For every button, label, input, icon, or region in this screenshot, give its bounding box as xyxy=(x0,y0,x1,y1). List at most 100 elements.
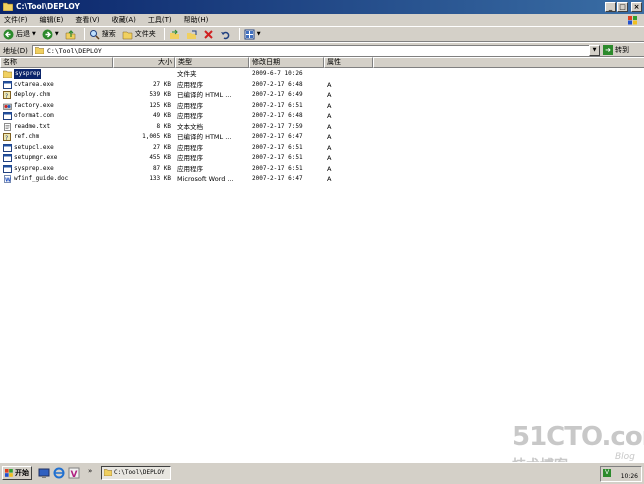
file-row[interactable]: readme.txt 8 KB 文本文档 2007-2-17 7:59 A xyxy=(0,122,400,133)
chevron-down-icon: ▼ xyxy=(54,31,59,37)
file-size: 49 KB xyxy=(152,112,171,119)
search-button[interactable]: 搜索 xyxy=(88,28,117,41)
show-desktop-icon[interactable] xyxy=(38,467,50,479)
factory-icon xyxy=(3,103,12,110)
menu-tools[interactable]: 工具(T) xyxy=(148,15,172,25)
file-attr: A xyxy=(327,80,332,89)
internet-explorer-icon[interactable] xyxy=(53,467,65,479)
undo-icon xyxy=(220,31,230,39)
file-row[interactable]: W wfinf_guide.doc 133 KB Microsoft Word … xyxy=(0,174,400,185)
file-row[interactable]: cvtarea.exe 27 KB 应用程序 2007-2-17 6:48 A xyxy=(0,80,400,91)
file-size: 455 KB xyxy=(149,154,171,161)
menu-favorites[interactable]: 收藏(A) xyxy=(112,15,136,25)
search-icon xyxy=(89,29,100,40)
exe-icon xyxy=(3,112,12,120)
file-date: 2007-2-17 6:51 xyxy=(252,143,303,151)
file-date: 2007-2-17 6:47 xyxy=(252,175,303,182)
windows-flag-icon xyxy=(5,469,13,477)
file-row[interactable]: ? ref.chm 1,005 KB 已编译的 HTML ... 2007-2-… xyxy=(0,132,400,143)
search-label: 搜索 xyxy=(101,30,116,38)
column-header-name[interactable]: 名称 xyxy=(0,57,113,68)
maximize-button[interactable]: □ xyxy=(617,2,628,12)
start-button[interactable]: 开始 xyxy=(2,466,32,480)
tray-v-icon[interactable]: V xyxy=(603,469,611,477)
file-row[interactable]: sysprep.exe 87 KB 应用程序 2007-2-17 6:51 A xyxy=(0,164,400,175)
go-button[interactable]: ➜ 转到 xyxy=(603,45,629,55)
menu-edit[interactable]: 编辑(E) xyxy=(40,15,64,25)
file-row[interactable]: ? deploy.chm 539 KB 已编译的 HTML ... 2007-2… xyxy=(0,90,400,101)
folder-icon xyxy=(35,47,44,54)
system-tray: V 10:26 xyxy=(600,466,642,482)
taskbar-item-explorer[interactable]: C:\Tool\DEPLOY xyxy=(101,466,171,480)
file-row[interactable]: factory.exe 125 KB 应用程序 2007-2-17 6:51 A xyxy=(0,101,400,112)
chevron-down-icon: ▼ xyxy=(32,31,36,37)
column-header-date[interactable]: 修改日期 xyxy=(249,57,324,68)
file-attr: A xyxy=(327,133,332,141)
file-name: wfinf_guide.doc xyxy=(14,175,69,182)
file-date: 2009-6-7 10:26 xyxy=(252,70,303,77)
file-date: 2007-2-17 6:48 xyxy=(252,80,303,88)
minimize-button[interactable]: _ xyxy=(605,2,616,12)
delete-button[interactable] xyxy=(202,28,215,41)
file-name: sysprep xyxy=(14,69,42,79)
chevron-right-icon[interactable]: » xyxy=(88,467,92,475)
column-header-filler xyxy=(373,57,644,68)
exe-icon xyxy=(3,164,12,173)
undo-button[interactable] xyxy=(219,28,232,41)
forward-button[interactable]: ▼ xyxy=(41,28,60,41)
file-row[interactable]: setupmgr.exe 455 KB 应用程序 2007-2-17 6:51 … xyxy=(0,153,400,164)
toolbar-separator xyxy=(163,28,165,40)
clock[interactable]: 10:26 xyxy=(621,473,638,480)
file-type: 已编译的 HTML ... xyxy=(177,91,232,99)
file-size: 125 KB xyxy=(149,101,171,109)
delete-x-icon xyxy=(204,29,213,39)
folders-button[interactable]: 文件夹 xyxy=(121,28,157,41)
column-header-size[interactable]: 大小 xyxy=(113,57,175,68)
address-dropdown-button[interactable]: ▼ xyxy=(589,45,600,56)
file-name: deploy.chm xyxy=(14,91,51,98)
file-date: 2007-2-17 6:51 xyxy=(252,154,303,161)
file-date: 2007-2-17 6:51 xyxy=(252,164,303,172)
app-v-icon[interactable]: V xyxy=(68,467,80,479)
file-list[interactable]: 名称 大小 类型 修改日期 属性 sysprep 文件夹 2009-6-7 10… xyxy=(0,57,644,461)
column-header-attributes[interactable]: 属性 xyxy=(324,57,373,68)
list-header: 名称 大小 类型 修改日期 属性 xyxy=(0,57,644,68)
file-attr: A xyxy=(327,164,332,173)
file-row[interactable]: sysprep 文件夹 2009-6-7 10:26 xyxy=(0,69,400,80)
svg-text:?: ? xyxy=(5,135,8,141)
back-button[interactable]: 后退 ▼ xyxy=(2,28,37,41)
folder-icon xyxy=(104,469,112,476)
file-row[interactable]: setupcl.exe 27 KB 应用程序 2007-2-17 6:51 A xyxy=(0,143,400,154)
folders-label: 文件夹 xyxy=(134,30,156,38)
file-type: 应用程序 xyxy=(177,112,203,120)
file-name: factory.exe xyxy=(14,101,54,109)
file-type: Microsoft Word ... xyxy=(177,175,234,183)
svg-text:V: V xyxy=(71,470,78,479)
go-arrow-icon: ➜ xyxy=(603,45,613,55)
title-bar[interactable]: C:\Tool\DEPLOY _ □ × xyxy=(0,0,644,14)
column-header-type[interactable]: 类型 xyxy=(175,57,249,68)
file-size: 1,005 KB xyxy=(142,133,171,140)
views-button[interactable]: ▼ xyxy=(243,28,262,41)
file-size: 27 KB xyxy=(152,80,171,88)
toolbar: 后退 ▼ ▼ 搜索 文件夹 ▼ xyxy=(0,26,644,42)
move-to-button[interactable] xyxy=(168,28,181,41)
address-input[interactable]: C:\Tool\DEPLOY xyxy=(32,45,600,56)
file-attr: A xyxy=(327,122,332,131)
address-bar: 地址(D) C:\Tool\DEPLOY ▼ ➜ 转到 xyxy=(0,42,644,57)
menu-view[interactable]: 查看(V) xyxy=(75,15,99,25)
file-attr: A xyxy=(327,91,332,99)
copy-to-button[interactable] xyxy=(185,28,198,41)
menu-file[interactable]: 文件(F) xyxy=(4,15,28,25)
menu-help[interactable]: 帮助(H) xyxy=(184,15,209,25)
watermark-blog: Blog xyxy=(615,452,635,462)
close-button[interactable]: × xyxy=(631,2,642,12)
file-attr: A xyxy=(327,112,332,120)
file-attr: A xyxy=(327,154,332,162)
file-type: 文本文档 xyxy=(177,122,203,131)
file-type: 应用程序 xyxy=(177,80,203,89)
folders-icon xyxy=(122,31,132,39)
file-type: 文件夹 xyxy=(177,70,197,78)
file-row[interactable]: oformat.com 49 KB 应用程序 2007-2-17 6:48 A xyxy=(0,111,400,122)
up-button[interactable] xyxy=(64,28,77,41)
